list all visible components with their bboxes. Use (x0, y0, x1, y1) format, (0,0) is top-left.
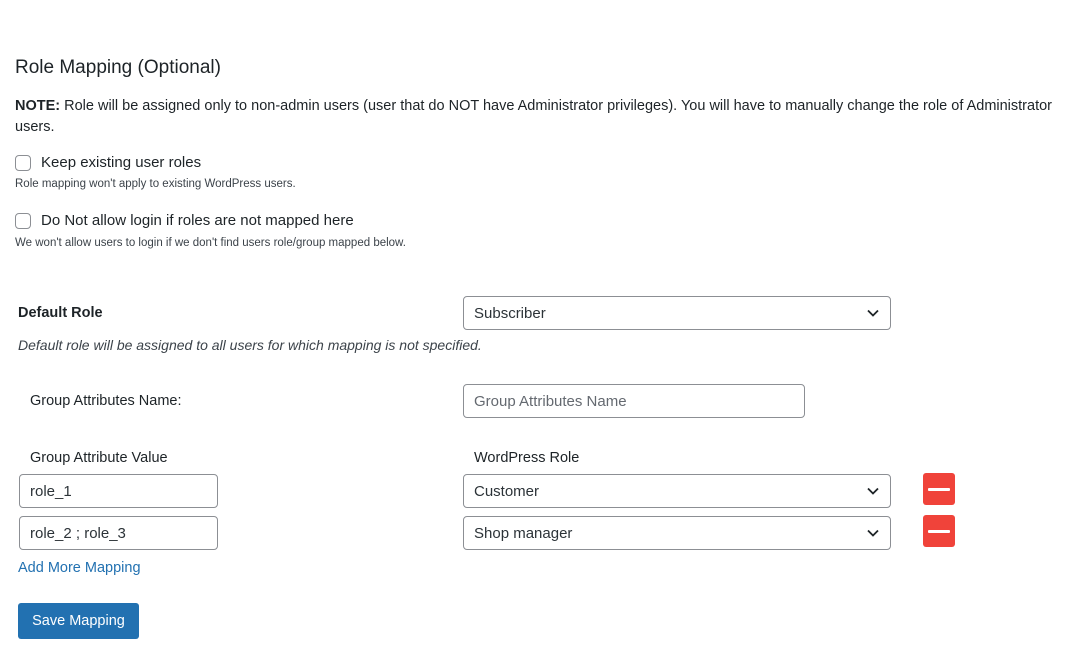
deny-unmapped-login-hint: We won't allow users to login if we don'… (15, 237, 406, 249)
group-attributes-label: Group Attributes Name: (30, 393, 182, 409)
chevron-down-icon (867, 309, 879, 317)
chevron-down-icon (867, 487, 879, 495)
deny-unmapped-login-option[interactable]: Do Not allow login if roles are not mapp… (15, 212, 354, 229)
keep-existing-roles-hint: Role mapping won't apply to existing Wor… (15, 178, 296, 190)
note-text: Role will be assigned only to non-admin … (15, 98, 1052, 135)
remove-mapping-button-1[interactable] (923, 473, 955, 505)
group-attribute-value-header: Group Attribute Value (30, 450, 168, 466)
keep-existing-roles-option[interactable]: Keep existing user roles (15, 154, 201, 171)
add-more-mapping-link[interactable]: Add More Mapping (18, 560, 141, 576)
group-attributes-input[interactable] (463, 384, 805, 418)
minus-icon (928, 487, 950, 491)
default-role-select[interactable]: Subscriber (463, 296, 891, 330)
save-mapping-button[interactable]: Save Mapping (18, 603, 139, 639)
mapping-role-value-1: Customer (474, 482, 540, 500)
deny-unmapped-login-label: Do Not allow login if roles are not mapp… (41, 212, 354, 229)
default-role-label: Default Role (18, 305, 103, 321)
wordpress-role-header: WordPress Role (474, 450, 580, 466)
section-title: Role Mapping (Optional) (15, 57, 221, 78)
mapping-value-input-1[interactable] (19, 474, 218, 508)
mapping-value-input-2[interactable] (19, 516, 218, 550)
mapping-role-value-2: Shop manager (474, 524, 573, 542)
mapping-role-select-1[interactable]: Customer (463, 474, 891, 508)
chevron-down-icon (867, 529, 879, 537)
default-role-description: Default role will be assigned to all use… (18, 337, 482, 353)
role-mapping-note: NOTE: Role will be assigned only to non-… (15, 96, 1065, 138)
remove-mapping-button-2[interactable] (923, 515, 955, 547)
minus-icon (928, 529, 950, 533)
keep-existing-roles-checkbox[interactable] (15, 154, 31, 171)
default-role-value: Subscriber (474, 304, 546, 322)
keep-existing-roles-label: Keep existing user roles (41, 154, 202, 171)
note-prefix: NOTE: (15, 98, 61, 114)
deny-unmapped-login-checkbox[interactable] (15, 212, 31, 229)
mapping-role-select-2[interactable]: Shop manager (463, 516, 891, 550)
